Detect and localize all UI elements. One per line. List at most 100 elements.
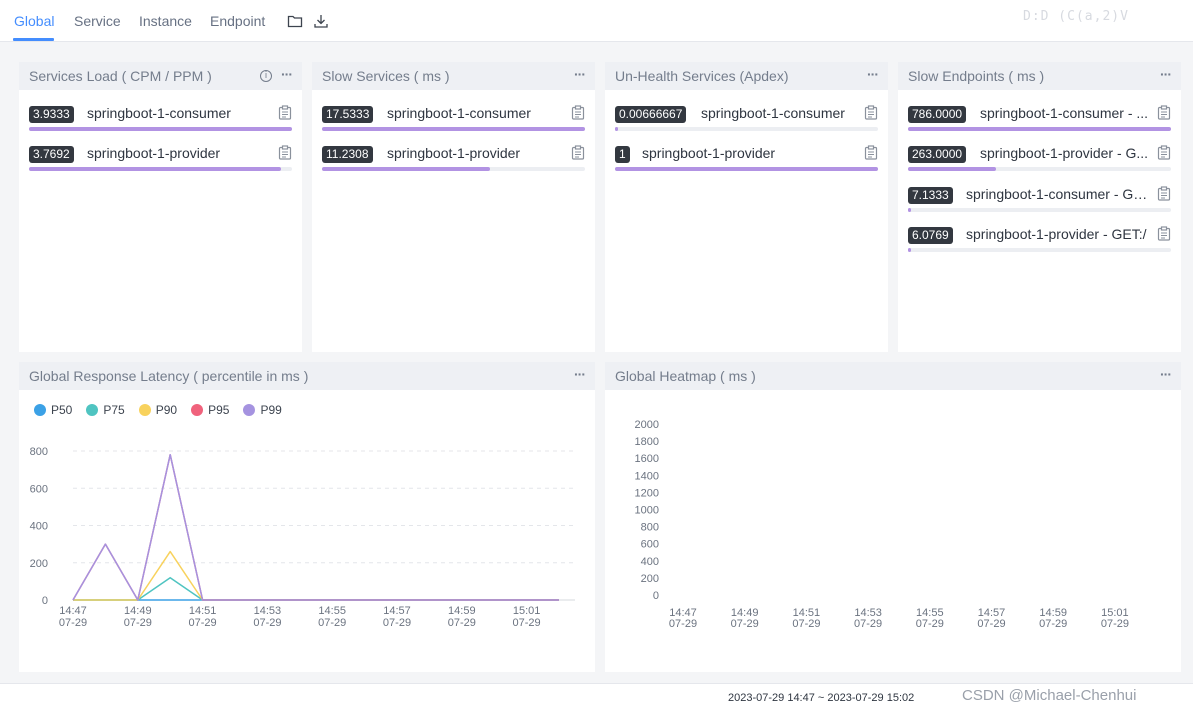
series-line-p90 <box>73 550 559 601</box>
progress-fill <box>322 167 491 171</box>
x-tick-label: 14:59 <box>448 605 476 617</box>
clipboard-icon[interactable] <box>1157 226 1171 241</box>
x-tick-label: 07-29 <box>189 617 217 629</box>
list-item: 17.5333 springboot-1-consumer <box>322 102 585 132</box>
value-badge: 786.0000 <box>908 106 967 123</box>
row-label: springboot-1-consumer - GE... <box>966 186 1153 202</box>
value-badge: 6.0769 <box>908 227 953 244</box>
unhealth-services-panel: Un-Health Services (Apdex) ··· 0.0066666… <box>605 62 888 352</box>
more-options-icon[interactable]: ··· <box>867 66 879 82</box>
y-tick-label: 600 <box>641 539 659 551</box>
progress-bar <box>908 208 1171 212</box>
panel-header: Un-Health Services (Apdex) ··· <box>605 62 888 90</box>
x-tick-label: 07-29 <box>253 617 281 629</box>
x-tick-label: 07-29 <box>448 617 476 629</box>
clipboard-icon[interactable] <box>571 105 585 120</box>
progress-bar <box>908 167 1171 171</box>
value-badge: 263.0000 <box>908 146 967 163</box>
progress-bar <box>908 248 1171 252</box>
y-tick-label: 1000 <box>635 505 659 517</box>
slow-endpoints-panel: Slow Endpoints ( ms ) ··· 786.0000 sprin… <box>898 62 1181 352</box>
tab-global[interactable]: Global <box>14 13 54 29</box>
x-tick-label: 15:01 <box>513 605 541 617</box>
panel-title: Services Load ( CPM / PPM ) <box>29 68 212 84</box>
y-tick-label: 0 <box>653 590 659 602</box>
services-load-panel: Services Load ( CPM / PPM ) i ··· 3.9333… <box>19 62 302 352</box>
progress-bar <box>615 167 878 171</box>
clipboard-icon[interactable] <box>864 145 878 160</box>
heatmap-chart: 020040060080010001200140016001800200014:… <box>635 419 1129 630</box>
row-label: springboot-1-consumer - ... <box>980 105 1149 121</box>
y-tick-label: 600 <box>30 483 48 495</box>
time-range-selector[interactable]: 2023-07-29 14:47 ~ 2023-07-29 15:02 <box>728 692 914 704</box>
more-options-icon[interactable]: ··· <box>1160 66 1172 82</box>
progress-fill <box>908 167 997 171</box>
row-label: springboot-1-consumer <box>387 105 531 121</box>
tab-instance[interactable]: Instance <box>139 13 192 29</box>
x-tick-label: 07-29 <box>977 618 1005 630</box>
clipboard-icon[interactable] <box>278 145 292 160</box>
x-tick-label: 14:57 <box>383 605 411 617</box>
more-options-icon[interactable]: ··· <box>574 66 586 82</box>
clipboard-icon[interactable] <box>571 145 585 160</box>
clipboard-icon[interactable] <box>1157 186 1171 201</box>
clipboard-icon[interactable] <box>278 105 292 120</box>
footer: 2023-07-29 14:47 ~ 2023-07-29 15:02 CSDN… <box>0 683 1193 713</box>
clipboard-icon[interactable] <box>1157 105 1171 120</box>
y-tick-label: 400 <box>641 556 659 568</box>
x-tick-label: 07-29 <box>731 618 759 630</box>
tab-service[interactable]: Service <box>74 13 121 29</box>
y-tick-label: 800 <box>30 446 48 458</box>
folder-icon[interactable] <box>287 13 303 29</box>
row-label: springboot-1-provider - G... <box>980 145 1149 161</box>
progress-bar <box>322 167 585 171</box>
y-tick-label: 1400 <box>635 470 659 482</box>
x-tick-label: 07-29 <box>1101 618 1129 630</box>
list-item: 1 springboot-1-provider <box>615 142 878 172</box>
tab-endpoint[interactable]: Endpoint <box>210 13 265 29</box>
panel-title: Slow Endpoints ( ms ) <box>908 68 1045 84</box>
progress-fill <box>29 127 292 131</box>
progress-fill <box>615 167 878 171</box>
list-item: 3.7692 springboot-1-provider <box>29 142 292 172</box>
x-tick-label: 07-29 <box>854 618 882 630</box>
row-label: springboot-1-consumer <box>87 105 231 121</box>
progress-bar <box>29 127 292 131</box>
top-nav: Global Service Instance Endpoint D:D (C(… <box>0 0 1193 42</box>
x-tick-label: 14:49 <box>124 605 152 617</box>
series-line-p99 <box>72 453 559 601</box>
list-item: 3.9333 springboot-1-consumer <box>29 102 292 132</box>
list-item: 7.1333 springboot-1-consumer - GE... <box>908 183 1171 213</box>
y-tick-label: 400 <box>30 521 48 533</box>
progress-bar <box>29 167 292 171</box>
progress-bar <box>908 127 1171 131</box>
y-tick-label: 1200 <box>635 487 659 499</box>
y-tick-label: 2000 <box>635 419 659 431</box>
x-tick-label: 07-29 <box>669 618 697 630</box>
x-tick-label: 14:55 <box>318 605 346 617</box>
list-item: 11.2308 springboot-1-provider <box>322 142 585 172</box>
series-line-p95 <box>72 453 559 601</box>
y-tick-label: 1800 <box>635 436 659 448</box>
slow-services-panel: Slow Services ( ms ) ··· 17.5333 springb… <box>312 62 595 352</box>
row-label: springboot-1-provider <box>387 145 521 161</box>
x-tick-label: 14:53 <box>254 605 282 617</box>
panel-title: Un-Health Services (Apdex) <box>615 68 789 84</box>
clipboard-icon[interactable] <box>1157 145 1171 160</box>
row-label: springboot-1-provider <box>642 145 776 161</box>
row-label: springboot-1-consumer <box>701 105 845 121</box>
y-tick-label: 1600 <box>635 453 659 465</box>
panel-header: Slow Services ( ms ) ··· <box>312 62 595 90</box>
list-item: 786.0000 springboot-1-consumer - ... <box>908 102 1171 132</box>
info-icon[interactable]: i <box>260 70 272 82</box>
y-tick-label: 200 <box>30 558 48 570</box>
x-tick-label: 07-29 <box>792 618 820 630</box>
clipboard-icon[interactable] <box>864 105 878 120</box>
latency-chart: 020040060080014:4707-2914:4907-2914:5107… <box>30 446 575 629</box>
more-options-icon[interactable]: ··· <box>281 66 293 82</box>
list-item: 0.00666667 springboot-1-consumer <box>615 102 878 132</box>
value-badge: 0.00666667 <box>615 106 687 123</box>
y-tick-label: 0 <box>42 595 48 607</box>
progress-fill <box>615 127 618 131</box>
download-icon[interactable] <box>313 13 329 29</box>
